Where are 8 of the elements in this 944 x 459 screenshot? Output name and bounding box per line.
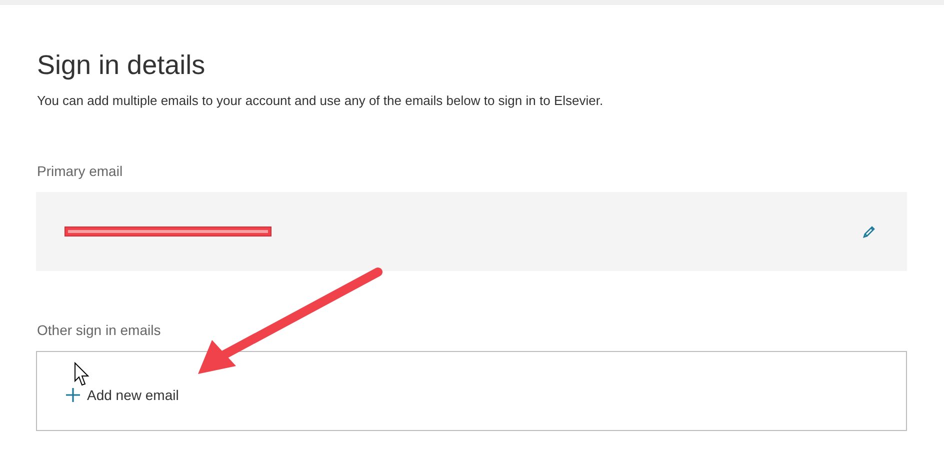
- add-email-button[interactable]: Add new email: [65, 379, 179, 403]
- plus-icon: [65, 387, 81, 403]
- edit-icon[interactable]: [862, 224, 876, 238]
- page-title: Sign in details: [37, 49, 206, 82]
- cursor-icon: [74, 362, 92, 388]
- field-label: Primary email: [37, 162, 124, 181]
- field-label: Other sign in emails: [37, 321, 162, 340]
- description: You can add multiple emails to your account and use any of the emails below to sign in to Elsevier.: [37, 92, 604, 110]
